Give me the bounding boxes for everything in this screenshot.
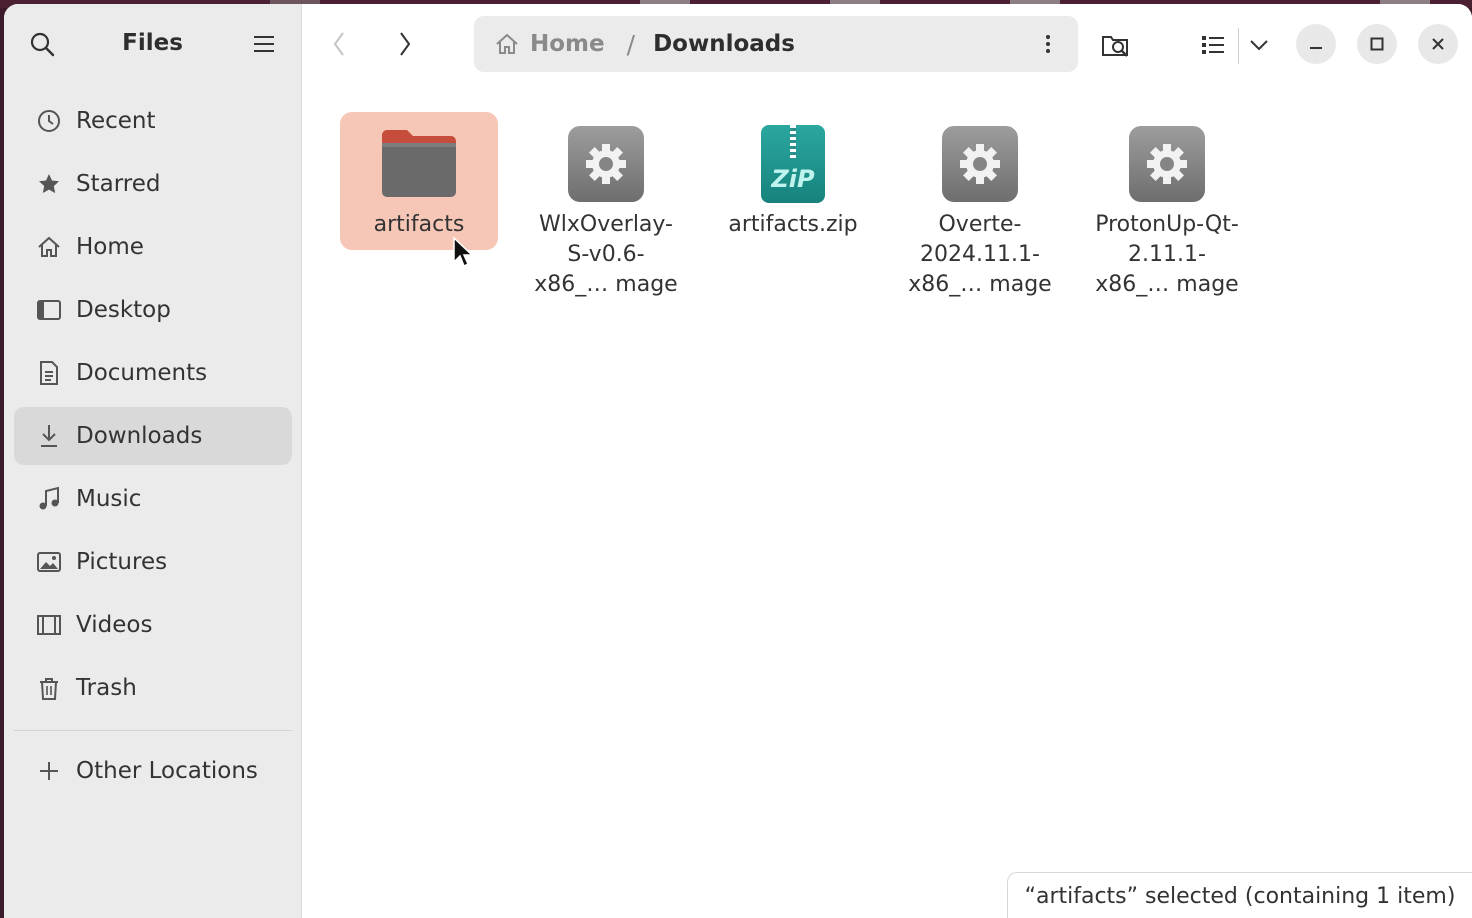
sidebar-item-label: Downloads	[76, 423, 203, 449]
executable-gear-icon	[568, 126, 644, 202]
sidebar-item-label: Starred	[76, 171, 161, 197]
sidebar-item-label: Other Locations	[76, 758, 258, 784]
music-icon	[36, 486, 62, 512]
chevron-right-icon	[400, 32, 411, 56]
sidebar-item-label: Videos	[76, 612, 153, 638]
files-window: Files Recent Starred Home Desktop Docume…	[4, 4, 1472, 918]
file-item-overte[interactable]: Overte-2024.11.1-x86_… mage	[901, 112, 1059, 312]
mouse-cursor-icon	[453, 236, 474, 268]
breadcrumb-home[interactable]: Home	[494, 31, 605, 57]
executable-gear-icon	[942, 126, 1018, 202]
list-view-button[interactable]	[1194, 26, 1232, 64]
file-name: WlxOverlay-S-v0.6-x86_… mage	[534, 212, 678, 297]
breadcrumb-current[interactable]: Downloads	[653, 31, 795, 57]
view-button-divider	[1238, 28, 1239, 64]
plus-icon	[36, 758, 62, 784]
document-icon	[36, 360, 62, 386]
sidebar-item-recent[interactable]: Recent	[14, 92, 292, 150]
close-button[interactable]	[1418, 24, 1458, 64]
clock-icon	[36, 108, 62, 134]
file-item-protonup-qt[interactable]: ProtonUp-Qt-2.11.1-x86_… mage	[1088, 112, 1246, 312]
hamburger-menu-icon	[254, 36, 274, 52]
sidebar-item-pictures[interactable]: Pictures	[14, 533, 292, 591]
file-item-wlxoverlay[interactable]: WlxOverlay-S-v0.6-x86_… mage	[527, 112, 685, 312]
trash-icon	[36, 675, 62, 701]
main-menu-button[interactable]	[246, 26, 282, 62]
back-button[interactable]	[322, 26, 356, 62]
sidebar-item-documents[interactable]: Documents	[14, 344, 292, 402]
forward-button[interactable]	[388, 26, 422, 62]
maximize-button[interactable]	[1357, 24, 1397, 64]
sidebar-item-label: Trash	[76, 675, 137, 701]
desktop-icon	[36, 297, 62, 323]
sidebar-item-home[interactable]: Home	[14, 218, 292, 276]
home-icon	[36, 234, 62, 260]
chevron-left-icon	[333, 32, 344, 56]
sidebar-item-trash[interactable]: Trash	[14, 659, 292, 717]
sidebar-divider	[14, 730, 292, 731]
home-icon	[494, 31, 520, 57]
sidebar-item-label: Documents	[76, 360, 208, 386]
executable-gear-icon	[1129, 126, 1205, 202]
star-icon	[36, 171, 62, 197]
path-bar: Home / Downloads	[474, 16, 1078, 72]
more-vertical-icon	[1046, 35, 1050, 53]
close-icon	[1432, 38, 1444, 50]
minimize-icon	[1310, 47, 1322, 49]
sidebar-item-downloads[interactable]: Downloads	[14, 407, 292, 465]
sidebar-item-label: Pictures	[76, 549, 168, 575]
sidebar-item-label: Home	[76, 234, 144, 260]
sidebar-item-desktop[interactable]: Desktop	[14, 281, 292, 339]
breadcrumb-home-label: Home	[530, 31, 605, 57]
chevron-down-icon	[1250, 40, 1268, 51]
view-options-button[interactable]	[1242, 26, 1276, 64]
file-name: ProtonUp-Qt-2.11.1-x86_… mage	[1095, 212, 1239, 297]
search-files-button[interactable]	[1096, 26, 1136, 64]
main-pane: Home / Downloads artifacts WlxOverlay-S-…	[302, 4, 1472, 918]
sidebar: Files Recent Starred Home Desktop Docume…	[4, 4, 302, 918]
sidebar-header: Files	[4, 4, 301, 84]
maximize-icon	[1370, 37, 1384, 51]
folder-icon	[379, 124, 459, 204]
places-list: Recent Starred Home Desktop Documents Do…	[14, 92, 292, 722]
list-view-icon	[1202, 36, 1224, 54]
file-item-artifacts-folder[interactable]: artifacts	[340, 112, 498, 250]
sidebar-item-label: Recent	[76, 108, 156, 134]
sidebar-item-other-locations[interactable]: Other Locations	[14, 742, 292, 800]
minimize-button[interactable]	[1296, 24, 1336, 64]
zip-archive-icon: ZiP	[761, 125, 825, 203]
sidebar-item-starred[interactable]: Starred	[14, 155, 292, 213]
sidebar-item-videos[interactable]: Videos	[14, 596, 292, 654]
file-item-artifacts-zip[interactable]: ZiP artifacts.zip	[714, 112, 872, 312]
path-menu-button[interactable]	[1036, 26, 1060, 62]
download-icon	[36, 423, 62, 449]
sidebar-item-music[interactable]: Music	[14, 470, 292, 528]
file-name: artifacts.zip	[728, 212, 858, 237]
picture-icon	[36, 549, 62, 575]
sidebar-other-locations: Other Locations	[14, 742, 292, 805]
sidebar-item-label: Desktop	[76, 297, 171, 323]
video-icon	[36, 612, 62, 638]
status-bar: “artifacts” selected (containing 1 item)	[1007, 872, 1472, 918]
sidebar-item-label: Music	[76, 486, 142, 512]
file-name: Overte-2024.11.1-x86_… mage	[908, 212, 1052, 297]
search-folder-icon	[1102, 36, 1128, 57]
breadcrumb-separator: /	[626, 29, 636, 59]
